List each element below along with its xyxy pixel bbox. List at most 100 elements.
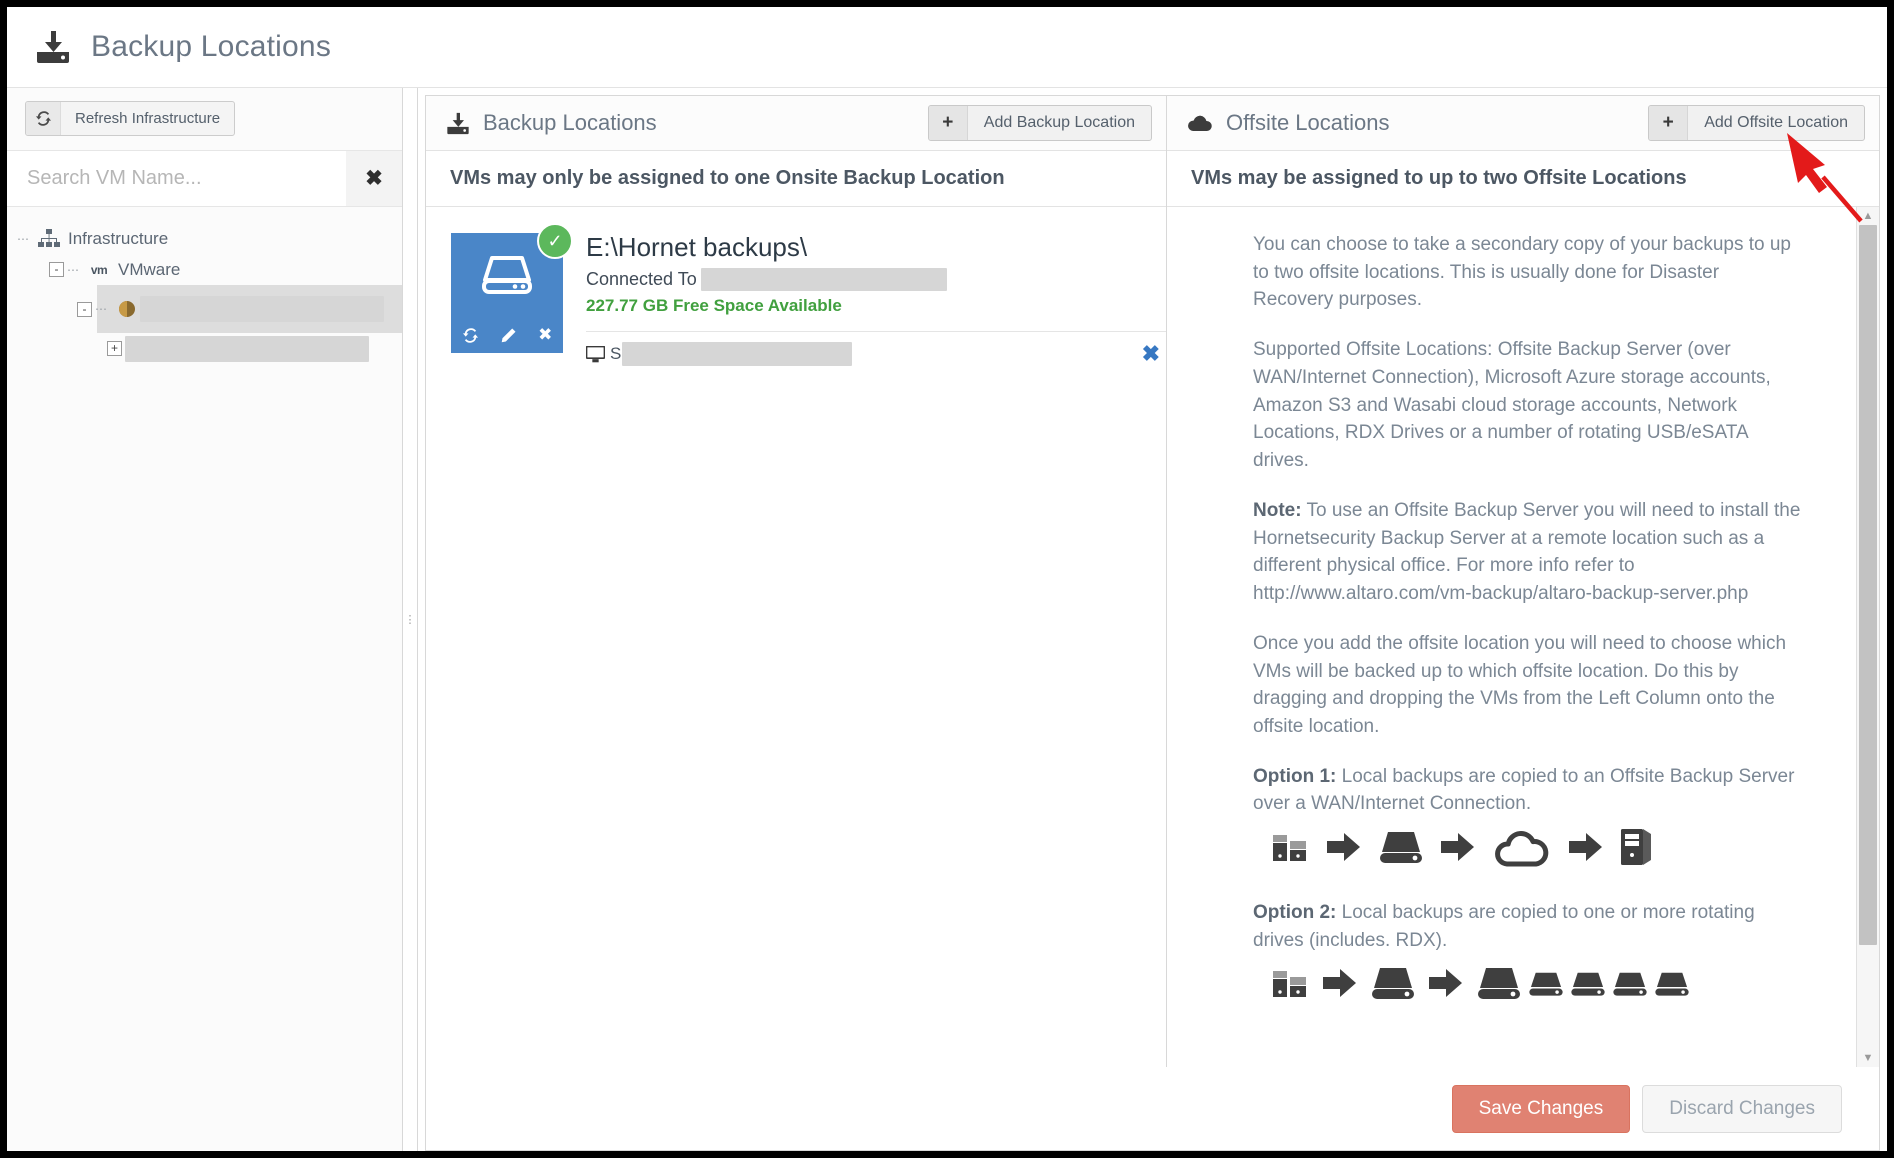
offsite-info-scroll: You can choose to take a secondary copy … — [1167, 207, 1879, 1067]
offsite-note: Note: To use an Offsite Backup Server yo… — [1253, 497, 1803, 608]
offsite-subheading: VMs may be assigned to up to two Offsite… — [1167, 151, 1879, 207]
tree-item-vm[interactable]: + — [7, 333, 402, 364]
cloud-upload-icon — [1187, 112, 1213, 134]
backup-location-actions: ✖ — [451, 317, 563, 353]
hard-drive-icon — [1369, 963, 1417, 1008]
backup-location-card[interactable]: ✓ ✖ E:\Hornet backups\ Connected To 227.… — [426, 207, 1166, 368]
vmware-icon: vm — [90, 262, 108, 277]
vm-sidebar: Refresh Infrastructure ✖ ⋯ — [7, 88, 403, 1151]
sitemap-icon — [36, 228, 62, 250]
caret-down-icon[interactable]: ▼ — [1863, 1049, 1874, 1067]
refresh-icon — [26, 102, 61, 135]
add-offsite-location-button[interactable]: + Add Offsite Location — [1648, 105, 1865, 141]
page-title: Backup Locations — [91, 30, 332, 63]
onsite-subheading: VMs may only be assigned to one Onsite B… — [426, 151, 1166, 207]
tree-connector: ⋯ — [67, 262, 80, 277]
backup-download-icon — [33, 27, 73, 67]
free-space-label: 227.77 GB Free Space Available — [586, 295, 842, 315]
tree-item-infrastructure[interactable]: ⋯ Infrastructure — [7, 223, 402, 254]
add-backup-location-label: Add Backup Location — [983, 114, 1135, 131]
arrow-right-icon — [1567, 830, 1605, 869]
offsite-note-text: To use an Offsite Backup Server you will… — [1253, 499, 1801, 605]
backup-location-thumbnail: ✓ ✖ — [451, 223, 573, 368]
arrow-right-icon — [1427, 966, 1465, 1005]
vm-search-row: ✖ — [7, 150, 402, 207]
offsite-option-2-diagram — [1271, 963, 1803, 1008]
cloud-icon — [1491, 826, 1553, 873]
refresh-infrastructure-button[interactable]: Refresh Infrastructure — [25, 101, 236, 136]
offsite-locations-panel: Offsite Locations + Add Offsite Location… — [1167, 96, 1879, 1067]
infrastructure-tree: ⋯ Infrastructure - ⋯ vm VMware - ⋯ + — [7, 207, 402, 1151]
servers-icon — [1271, 963, 1311, 1008]
redacted-connected-value — [700, 267, 947, 291]
redacted-assigned-vm-name — [622, 342, 853, 367]
tree-collapse-toggle[interactable]: - — [49, 262, 64, 277]
monitor-icon — [586, 345, 605, 363]
hard-drive-small-icon — [1611, 967, 1649, 1004]
tree-connector: ⋯ — [95, 302, 108, 316]
offsite-paragraph-2: Supported Offsite Locations: Offsite Bac… — [1253, 339, 1771, 472]
offsite-paragraph-1: You can choose to take a secondary copy … — [1253, 234, 1791, 311]
hard-drive-icon — [1475, 963, 1523, 1008]
redacted-host-name — [140, 296, 384, 322]
offsite-option-1-diagram — [1271, 826, 1803, 873]
offsite-option-2-label: Option 2: — [1253, 902, 1337, 924]
offsite-note-label: Note: — [1253, 499, 1302, 521]
backup-locations-title: Backup Locations — [483, 110, 657, 135]
scrollbar-thumb[interactable] — [1859, 225, 1877, 945]
offsite-info-body: You can choose to take a secondary copy … — [1167, 207, 1879, 1067]
offsite-info-scrollbar[interactable]: ▲ ▼ — [1856, 207, 1879, 1067]
panel-resize-handle[interactable]: ⋮ — [403, 88, 418, 1151]
delete-location-button[interactable]: ✖ — [538, 325, 552, 345]
discard-changes-button[interactable]: Discard Changes — [1642, 1084, 1842, 1133]
assigned-vm-name-prefix: S — [610, 344, 622, 364]
check-circle-icon: ✓ — [537, 223, 573, 259]
backup-location-path: E:\Hornet backups\ — [586, 232, 808, 262]
tree-expand-toggle[interactable]: + — [107, 341, 122, 356]
hard-drive-small-icon — [1653, 967, 1691, 1004]
server-tower-icon — [1619, 826, 1655, 873]
tree-item-label: Infrastructure — [68, 228, 169, 248]
redacted-vm-name — [125, 335, 369, 362]
arrow-right-icon — [1325, 830, 1363, 869]
hard-drive-icon — [1377, 827, 1425, 872]
add-backup-location-button[interactable]: + Add Backup Location — [927, 105, 1152, 141]
offsite-option-2: Option 2: Local backups are copied to on… — [1253, 899, 1803, 954]
add-offsite-location-label: Add Offsite Location — [1704, 114, 1848, 131]
backup-locations-panel: Backup Locations + Add Backup Location V… — [426, 96, 1167, 1067]
host-icon — [114, 298, 140, 320]
drive-thumbnail: ✓ — [451, 223, 573, 317]
clear-x-icon[interactable]: ✖ — [346, 151, 402, 206]
rescan-location-button[interactable] — [462, 327, 479, 344]
refresh-row: Refresh Infrastructure — [7, 88, 402, 150]
backup-location-info: E:\Hornet backups\ Connected To 227.77 G… — [563, 233, 1166, 368]
grip-dots-icon: ⋮ — [404, 613, 416, 626]
tree-connector: ⋯ — [17, 231, 30, 246]
caret-up-icon[interactable]: ▲ — [1863, 207, 1874, 225]
plus-icon: + — [1649, 106, 1689, 140]
unassign-vm-button[interactable]: ✖ — [1142, 341, 1160, 367]
tree-collapse-toggle[interactable]: - — [77, 301, 92, 317]
tree-item-vmware[interactable]: - ⋯ vm VMware — [7, 254, 402, 285]
offsite-locations-header: Offsite Locations + Add Offsite Location — [1167, 96, 1879, 151]
offsite-paragraph-3: Once you add the offsite location you wi… — [1253, 632, 1787, 738]
hard-drive-small-icon — [1569, 967, 1607, 1004]
tree-item-host[interactable]: - ⋯ — [7, 285, 402, 333]
offsite-locations-title: Offsite Locations — [1226, 110, 1390, 135]
edit-location-button[interactable] — [500, 327, 517, 344]
action-footer: Save Changes Discard Changes — [425, 1067, 1880, 1151]
search-input[interactable] — [7, 166, 346, 191]
offsite-option-1: Option 1: Local backups are copied to an… — [1253, 763, 1803, 818]
servers-icon — [1271, 827, 1311, 872]
application-window: Backup Locations Refresh Infrastructure … — [0, 0, 1894, 1158]
backup-locations-body: ✓ ✖ E:\Hornet backups\ Connected To 227.… — [426, 207, 1166, 1067]
window-titlebar: Backup Locations — [7, 7, 1887, 88]
offsite-option-1-label: Option 1: — [1253, 765, 1337, 787]
save-changes-button[interactable]: Save Changes — [1451, 1084, 1631, 1133]
tree-item-label: VMware — [118, 259, 181, 279]
panels-row: Backup Locations + Add Backup Location V… — [425, 95, 1880, 1067]
connected-to-row: Connected To — [586, 267, 1166, 291]
connected-to-label: Connected To — [586, 268, 697, 289]
arrow-right-icon — [1439, 830, 1477, 869]
hard-drive-icon — [482, 256, 532, 294]
